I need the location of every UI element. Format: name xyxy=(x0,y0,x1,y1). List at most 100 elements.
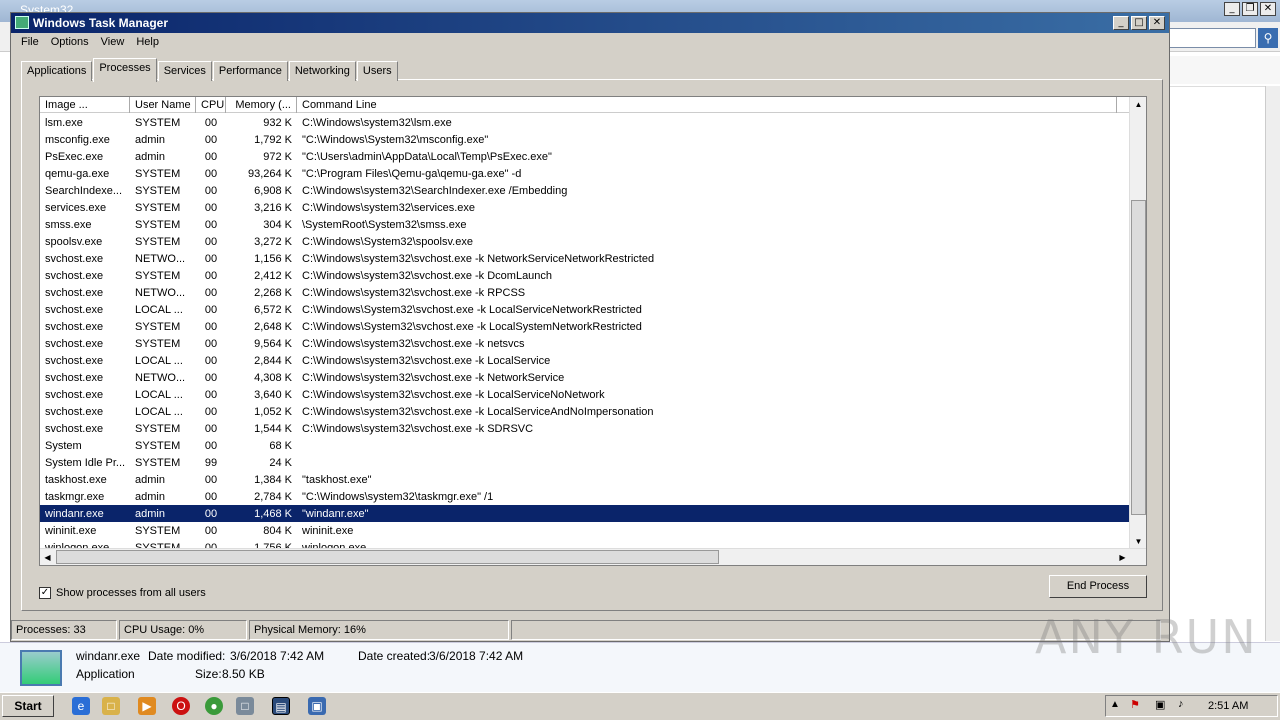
cell-image-name: windanr.exe xyxy=(45,507,104,520)
opera-icon[interactable]: O xyxy=(172,697,190,715)
cell-user-name: admin xyxy=(135,150,165,163)
cell-user-name: SYSTEM xyxy=(135,439,181,452)
tray-volume-icon[interactable]: ♪ xyxy=(1178,698,1184,710)
table-row[interactable]: SearchIndexe... SYSTEM 00 6,908 K C:\Windows… xyxy=(40,182,1130,199)
end-process-button[interactable]: End Process xyxy=(1049,575,1147,598)
table-row[interactable]: svchost.exe SYSTEM 00 2,648 K C:\Windows\Sys… xyxy=(40,318,1130,335)
cell-command-line: "C:\Users\admin\AppData\Local\Temp\PsExe… xyxy=(302,150,552,163)
cell-user-name: admin xyxy=(135,490,165,503)
minimize-button[interactable]: _ xyxy=(1113,16,1129,30)
menu-bar: File Options View Help xyxy=(11,33,1169,53)
table-row[interactable]: lsm.exe SYSTEM 00 932 K C:\Windows\system32\… xyxy=(40,114,1130,131)
vertical-scrollbar[interactable]: ▲ ▼ xyxy=(1129,97,1146,549)
anyrun-watermark: ANY RUN xyxy=(1035,610,1258,664)
start-label: Start xyxy=(14,699,42,713)
cell-cpu: 00 xyxy=(204,150,218,163)
background-search-input[interactable] xyxy=(1160,28,1256,48)
column-user-name[interactable]: User Name xyxy=(130,97,196,113)
bg-close-button[interactable]: ✕ xyxy=(1260,2,1276,16)
column-command-line[interactable]: Command Line xyxy=(297,97,1117,113)
details-size-label: Size: xyxy=(195,667,222,681)
cell-memory: 6,572 K xyxy=(254,303,292,316)
menu-options[interactable]: Options xyxy=(45,33,95,53)
table-row[interactable]: smss.exe SYSTEM 00 304 K \SystemRoot\System3… xyxy=(40,216,1130,233)
table-row[interactable]: svchost.exe NETWO... 00 4,308 K C:\Windows\s… xyxy=(40,369,1130,386)
cell-memory: 1,384 K xyxy=(254,473,292,486)
tray-expand-icon[interactable]: ▲ xyxy=(1110,699,1120,710)
tray-flag-icon[interactable]: ⚑ xyxy=(1130,698,1140,711)
checkbox-checked-icon[interactable]: ✓ xyxy=(39,587,51,599)
scroll-up-arrow-icon[interactable]: ▲ xyxy=(1131,97,1146,112)
background-scrollbar[interactable] xyxy=(1265,86,1280,641)
scroll-left-arrow-icon[interactable]: ◀ xyxy=(40,550,55,565)
cell-image-name: svchost.exe xyxy=(45,269,104,282)
table-row[interactable]: svchost.exe SYSTEM 00 2,412 K C:\Windows\sys… xyxy=(40,267,1130,284)
table-row[interactable]: svchost.exe LOCAL ... 00 6,572 K C:\Windows\… xyxy=(40,301,1130,318)
task-manager-taskbar-icon[interactable]: ▤ xyxy=(272,697,290,715)
tab-applications[interactable]: Applications xyxy=(21,61,93,81)
table-row[interactable]: msconfig.exe admin 00 1,792 K "C:\Windows\Sy… xyxy=(40,131,1130,148)
tab-services[interactable]: Services xyxy=(157,61,212,81)
cell-command-line: \SystemRoot\System32\smss.exe xyxy=(302,218,467,231)
window-icon[interactable]: □ xyxy=(236,697,254,715)
tray-network-icon[interactable]: ▣ xyxy=(1155,698,1165,711)
media-player-icon[interactable]: ▶ xyxy=(138,697,156,715)
table-row[interactable]: svchost.exe NETWO... 00 2,268 K C:\Windows\s… xyxy=(40,284,1130,301)
network-icon[interactable]: ▣ xyxy=(308,697,326,715)
cell-command-line: "C:\Windows\System32\msconfig.exe" xyxy=(302,133,489,146)
scroll-right-arrow-icon[interactable]: ▶ xyxy=(1115,550,1130,565)
table-row[interactable]: wininit.exe SYSTEM 00 804 K wininit.exe xyxy=(40,522,1130,539)
table-row[interactable]: qemu-ga.exe SYSTEM 00 93,264 K "C:\Program F… xyxy=(40,165,1130,182)
table-row[interactable]: svchost.exe SYSTEM 00 9,564 K C:\Windows\sys… xyxy=(40,335,1130,352)
cell-user-name: SYSTEM xyxy=(135,320,181,333)
table-row[interactable]: svchost.exe LOCAL ... 00 1,052 K C:\Windows\… xyxy=(40,403,1130,420)
table-row[interactable]: svchost.exe NETWO... 00 1,156 K C:\Windows\s… xyxy=(40,250,1130,267)
tab-networking[interactable]: Networking xyxy=(288,61,356,81)
table-row[interactable]: PsExec.exe admin 00 972 K "C:\Users\admin\Ap… xyxy=(40,148,1130,165)
vertical-scroll-thumb[interactable] xyxy=(1131,200,1146,515)
ie-icon[interactable]: e xyxy=(72,697,90,715)
cell-image-name: services.exe xyxy=(45,201,107,214)
cell-memory: 1,792 K xyxy=(254,133,292,146)
menu-help[interactable]: Help xyxy=(130,33,165,53)
clock[interactable]: 2:51 AM xyxy=(1208,700,1248,712)
table-row[interactable]: taskhost.exe admin 00 1,384 K "taskhost.exe" xyxy=(40,471,1130,488)
close-button[interactable]: ✕ xyxy=(1149,16,1165,30)
table-row[interactable]: svchost.exe LOCAL ... 00 3,640 K C:\Windows\… xyxy=(40,386,1130,403)
bg-minimize-button[interactable]: _ xyxy=(1224,2,1240,16)
table-row[interactable]: services.exe SYSTEM 00 3,216 K C:\Windows\sy… xyxy=(40,199,1130,216)
background-window-controls: _ ❐ ✕ xyxy=(1224,2,1276,16)
bg-restore-button[interactable]: ❐ xyxy=(1242,2,1258,16)
maximize-button[interactable]: □ xyxy=(1131,16,1147,30)
table-row[interactable]: spoolsv.exe SYSTEM 00 3,272 K C:\Windows\Sys… xyxy=(40,233,1130,250)
table-row[interactable]: System Idle Pr... SYSTEM 99 24 K xyxy=(40,454,1130,471)
table-row[interactable]: taskmgr.exe admin 00 2,784 K "C:\Windows\sys… xyxy=(40,488,1130,505)
start-button[interactable]: Start xyxy=(2,695,54,717)
table-row[interactable]: svchost.exe SYSTEM 00 1,544 K C:\Windows\sys… xyxy=(40,420,1130,437)
horizontal-scroll-thumb[interactable] xyxy=(56,550,719,564)
chrome-icon[interactable]: ● xyxy=(205,697,223,715)
table-row[interactable]: windanr.exe admin 00 1,468 K "windanr.exe" xyxy=(40,505,1130,522)
column-cpu[interactable]: CPU xyxy=(196,97,226,113)
menu-file[interactable]: File xyxy=(15,33,45,53)
cell-cpu: 00 xyxy=(204,422,218,435)
search-icon[interactable]: ⚲ xyxy=(1258,28,1278,48)
column-memory[interactable]: Memory (... xyxy=(226,97,297,113)
horizontal-scrollbar[interactable]: ◀ ▶ xyxy=(40,548,1146,565)
tab-processes[interactable]: Processes xyxy=(93,58,157,82)
menu-view[interactable]: View xyxy=(95,33,131,53)
tab-performance[interactable]: Performance xyxy=(212,61,288,81)
scroll-down-arrow-icon[interactable]: ▼ xyxy=(1131,534,1146,549)
cell-image-name: svchost.exe xyxy=(45,303,104,316)
process-list[interactable]: Image ... User Name CPU Memory (... Comm… xyxy=(39,96,1147,566)
table-row[interactable]: svchost.exe LOCAL ... 00 2,844 K C:\Windows\… xyxy=(40,352,1130,369)
cell-command-line: C:\Windows\system32\lsm.exe xyxy=(302,116,452,129)
task-manager-titlebar[interactable]: Windows Task Manager _ □ ✕ xyxy=(11,13,1169,33)
table-row[interactable]: System SYSTEM 00 68 K xyxy=(40,437,1130,454)
explorer-icon[interactable]: □ xyxy=(102,697,120,715)
tab-users[interactable]: Users xyxy=(356,61,398,81)
status-physical-memory: Physical Memory: 16% xyxy=(249,620,509,640)
cell-image-name: spoolsv.exe xyxy=(45,235,103,248)
show-all-processes-checkbox[interactable]: ✓ Show processes from all users xyxy=(39,587,206,599)
column-image-name[interactable]: Image ... xyxy=(40,97,130,113)
